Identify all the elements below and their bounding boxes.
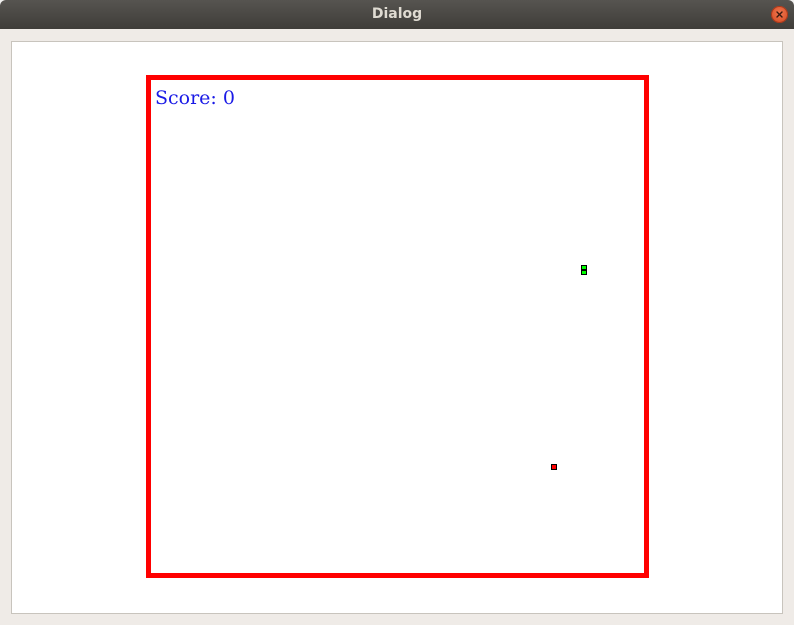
game-board: Score: 0 [146,75,649,578]
game-canvas[interactable]: Score: 0 [11,41,783,614]
title-bar[interactable]: Dialog [0,0,794,29]
dialog-window: Dialog Score: 0 [0,0,794,625]
window-title: Dialog [371,6,423,22]
close-icon [776,11,783,18]
dialog-content: Score: 0 [0,29,794,625]
snake-body-segment [581,270,587,275]
score-label: Score: 0 [155,87,235,109]
food-pellet [551,464,557,470]
close-button[interactable] [771,6,788,23]
